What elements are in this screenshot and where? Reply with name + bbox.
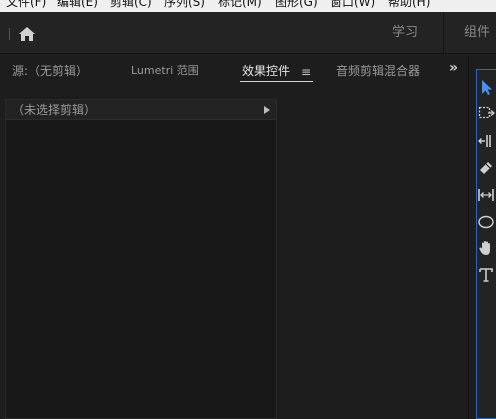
home-button[interactable]: [4, 12, 44, 54]
timeline-area: [278, 99, 468, 419]
play-triangle-icon[interactable]: [264, 106, 270, 114]
no-clip-selected-label: （未选择剪辑）: [12, 103, 97, 117]
effect-controls-panel: （未选择剪辑）: [5, 99, 277, 419]
tab-audio-clip-mixer[interactable]: 音频剪辑混合器: [336, 56, 425, 88]
razor-tool-icon[interactable]: [477, 159, 495, 177]
menu-graphics[interactable]: 图形(G): [275, 0, 318, 9]
menu-window[interactable]: 窗口(W): [330, 0, 375, 9]
panel-menu-icon[interactable]: ≡: [301, 65, 311, 79]
menu-file[interactable]: 文件(F): [6, 0, 46, 9]
effect-controls-header: （未选择剪辑）: [6, 100, 276, 120]
track-select-tool-icon[interactable]: [477, 104, 495, 122]
tab-effect-controls[interactable]: 效果控件: [242, 56, 290, 88]
ellipse-tool-icon[interactable]: [477, 213, 495, 231]
hand-tool-icon[interactable]: [477, 239, 495, 257]
tab-source[interactable]: 源:（无剪辑）: [12, 56, 88, 88]
menu-bar: 文件(F) 编辑(E) 剪辑(C) 序列(S) 标记(M) 图形(G) 窗口(W…: [0, 0, 496, 12]
panel-tab-bar: 源:（无剪辑） Lumetri 范围 效果控件 ≡ 音频剪辑混合器 »: [0, 56, 468, 88]
header-divider: [9, 28, 10, 40]
menu-markers[interactable]: 标记(M): [218, 0, 262, 9]
tools-panel: [468, 56, 496, 419]
menu-edit[interactable]: 编辑(E): [57, 0, 98, 9]
slip-tool-icon[interactable]: [477, 186, 495, 204]
workspace-divider: [443, 12, 444, 54]
workspace-learn[interactable]: 学习: [392, 12, 418, 54]
menu-clip[interactable]: 剪辑(C): [110, 0, 152, 9]
home-icon: [19, 27, 35, 41]
type-tool-icon[interactable]: [477, 266, 495, 284]
menu-help[interactable]: 帮助(H): [388, 0, 430, 9]
ripple-edit-tool-icon[interactable]: [477, 132, 495, 150]
workspace-header: 学习 组件: [0, 12, 496, 54]
tab-lumetri-scopes[interactable]: Lumetri 范围: [131, 56, 199, 88]
overflow-icon[interactable]: »: [449, 60, 458, 76]
menu-sequence[interactable]: 序列(S): [164, 0, 205, 9]
workspace-assembly[interactable]: 组件: [464, 12, 490, 54]
active-tab-indicator: [240, 81, 313, 82]
selection-tool-icon[interactable]: [477, 78, 495, 96]
